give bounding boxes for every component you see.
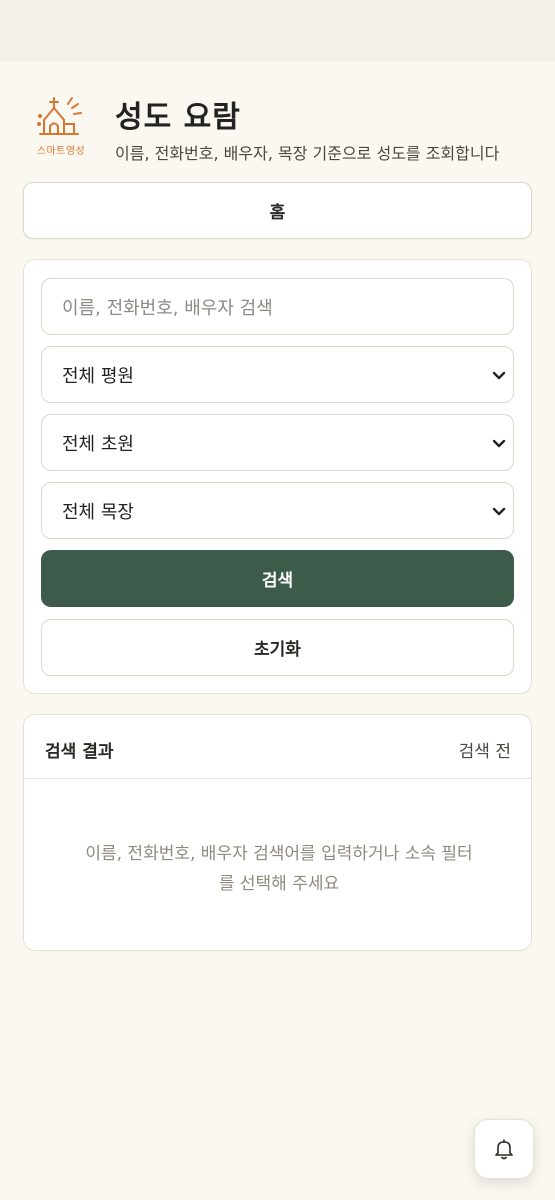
bell-icon — [495, 1139, 513, 1160]
search-card: 이름, 전화번호, 배우자 검색 전체 평원 전체 초원 전체 목장 검색 초기… — [23, 259, 532, 694]
cell-group-filter-select[interactable]: 전체 목장 — [41, 482, 514, 539]
page-title: 성도 요람 — [115, 100, 241, 135]
results-status: 검색 전 — [458, 742, 511, 762]
results-title: 검색 결과 — [45, 742, 114, 762]
plain-filter-value: 전체 평원 — [62, 365, 134, 387]
logo-text: 스마트영성 — [36, 146, 86, 157]
meadow-filter-value: 전체 초원 — [62, 433, 134, 455]
page-subtitle: 이름, 전화번호, 배우자, 목장 기준으로 성도를 조회합니다 — [115, 144, 500, 163]
results-header: 검색 결과 검색 전 — [24, 715, 531, 779]
results-card: 검색 결과 검색 전 이름, 전화번호, 배우자 검색어를 입력하거나 소속 필… — [23, 714, 532, 951]
top-bar — [0, 0, 555, 62]
meadow-filter-select[interactable]: 전체 초원 — [41, 414, 514, 471]
home-button[interactable]: 홈 — [23, 182, 532, 239]
notifications-button[interactable] — [474, 1119, 534, 1179]
page-header: 스마트영성 성도 요람 이름, 전화번호, 배우자, 목장 기준으로 성도를 조… — [34, 92, 534, 164]
plain-filter-select[interactable]: 전체 평원 — [41, 346, 514, 403]
search-input[interactable]: 이름, 전화번호, 배우자 검색 — [41, 278, 514, 335]
results-empty-message: 이름, 전화번호, 배우자 검색어를 입력하거나 소속 필터를 선택해 주세요 — [85, 844, 473, 894]
chevron-down-icon — [492, 371, 506, 379]
chevron-down-icon — [492, 507, 506, 515]
church-logo-icon: 스마트영성 — [34, 94, 88, 157]
reset-button[interactable]: 초기화 — [41, 619, 514, 676]
cell-group-filter-value: 전체 목장 — [62, 501, 134, 523]
chevron-down-icon — [492, 439, 506, 447]
search-button[interactable]: 검색 — [41, 550, 514, 607]
